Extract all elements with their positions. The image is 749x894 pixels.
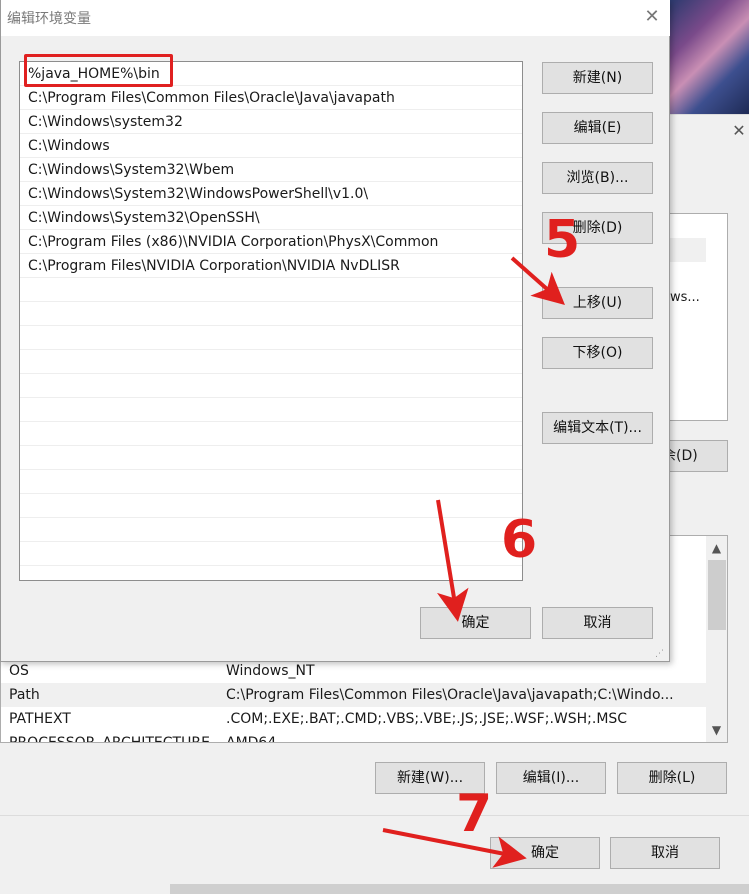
system-delete-button[interactable]: 删除(L) [617, 762, 727, 794]
list-item[interactable]: C:\Program Files\Common Files\Oracle\Jav… [20, 86, 522, 110]
step-number-7: 7 [456, 784, 493, 844]
empty-row[interactable] [20, 446, 522, 470]
empty-row[interactable] [20, 326, 522, 350]
close-icon[interactable]: ✕ [641, 5, 663, 29]
variable-value: AMD64 [226, 735, 277, 743]
move-down-button[interactable]: 下移(O) [542, 337, 653, 369]
empty-row[interactable] [20, 350, 522, 374]
table-row[interactable]: Path C:\Program Files\Common Files\Oracl… [1, 683, 707, 707]
list-item-text: ws... [670, 290, 700, 305]
close-icon[interactable]: ✕ [728, 120, 749, 142]
table-row[interactable]: PATHEXT .COM;.EXE;.BAT;.CMD;.VBS;.VBE;.J… [1, 707, 707, 731]
empty-row[interactable] [20, 518, 522, 542]
system-edit-button[interactable]: 编辑(I)... [496, 762, 606, 794]
list-item[interactable]: C:\Windows\System32\Wbem [20, 158, 522, 182]
highlight-box [24, 54, 173, 87]
divider [0, 815, 749, 816]
title-bar [1, 0, 670, 36]
empty-row[interactable] [20, 422, 522, 446]
env-cancel-button[interactable]: 取消 [610, 837, 720, 869]
empty-row[interactable] [20, 470, 522, 494]
table-row[interactable]: OS Windows_NT [1, 659, 707, 683]
variable-value: Windows_NT [226, 663, 315, 679]
empty-row[interactable] [20, 542, 522, 566]
variable-name: PATHEXT [9, 711, 71, 727]
dialog-title: 编辑环境变量 [7, 11, 91, 27]
empty-row[interactable] [20, 398, 522, 422]
env-ok-button[interactable]: 确定 [490, 837, 600, 869]
variable-name: PROCESSOR_ARCHITECTURE [9, 735, 210, 743]
list-item[interactable]: C:\Windows\system32 [20, 110, 522, 134]
step-number-5: 5 [544, 210, 581, 270]
empty-row[interactable] [20, 302, 522, 326]
divider [670, 114, 749, 115]
scrollbar-thumb[interactable] [708, 560, 726, 630]
list-item[interactable]: C:\Program Files\NVIDIA Corporation\NVID… [20, 254, 522, 278]
empty-row[interactable] [20, 278, 522, 302]
list-item[interactable]: C:\Windows\System32\WindowsPowerShell\v1… [20, 182, 522, 206]
taskbar [170, 884, 749, 894]
list-item[interactable]: C:\Program Files (x86)\NVIDIA Corporatio… [20, 230, 522, 254]
scroll-down-icon[interactable]: ▼ [706, 720, 727, 740]
cancel-button[interactable]: 取消 [542, 607, 653, 639]
list-item[interactable]: C:\Windows [20, 134, 522, 158]
variable-name: OS [9, 663, 29, 679]
user-delete-button[interactable]: 余(D) [660, 440, 728, 472]
empty-row[interactable] [20, 494, 522, 518]
new-button[interactable]: 新建(N) [542, 62, 653, 94]
step-number-6: 6 [501, 510, 538, 570]
browse-button[interactable]: 浏览(B)... [542, 162, 653, 194]
variable-value: C:\Program Files\Common Files\Oracle\Jav… [226, 687, 674, 703]
edit-environment-variable-dialog: 编辑环境变量 ✕ %java_HOME%\bin C:\Program File… [0, 0, 670, 662]
edit-text-button[interactable]: 编辑文本(T)... [542, 412, 653, 444]
edit-button[interactable]: 编辑(E) [542, 112, 653, 144]
list-item[interactable]: C:\Windows\System32\OpenSSH\ [20, 206, 522, 230]
variable-value: .COM;.EXE;.BAT;.CMD;.VBS;.VBE;.JS;.JSE;.… [226, 711, 628, 727]
list-item[interactable] [670, 238, 706, 262]
ok-button[interactable]: 确定 [420, 607, 531, 639]
variable-name: Path [9, 687, 40, 703]
empty-row[interactable] [20, 374, 522, 398]
move-up-button[interactable]: 上移(U) [542, 287, 653, 319]
resize-grip-icon[interactable]: ⋰ [655, 648, 667, 660]
scroll-up-icon[interactable]: ▲ [706, 538, 727, 558]
desktop-wallpaper [670, 0, 749, 114]
path-list[interactable]: %java_HOME%\bin C:\Program Files\Common … [19, 61, 523, 581]
table-row[interactable]: PROCESSOR_ARCHITECTURE AMD64 [1, 731, 707, 743]
